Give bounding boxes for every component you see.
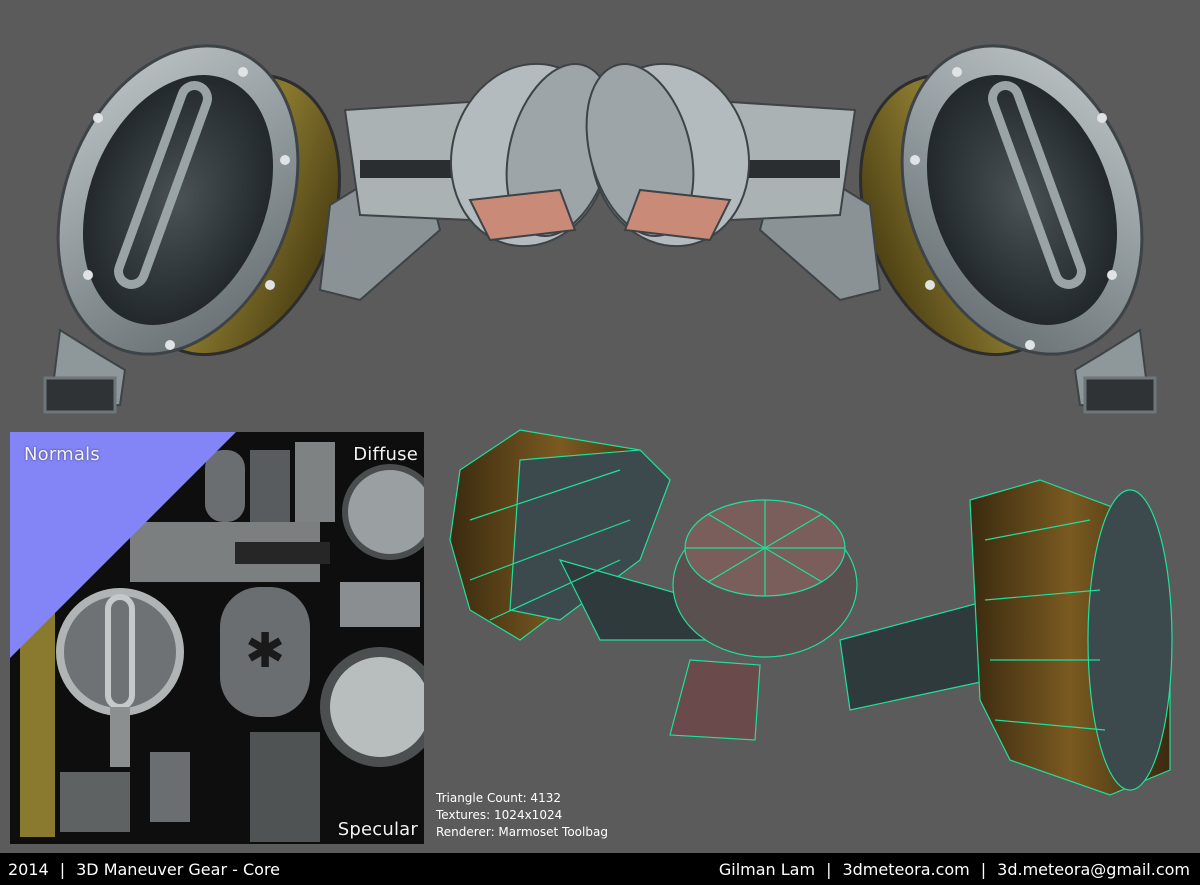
texture-size: Textures: 1024x1024 — [436, 808, 563, 822]
svg-text:✱: ✱ — [245, 623, 285, 679]
texture-atlas: ✱ — [10, 432, 424, 844]
triangle-count: Triangle Count: 4132 — [436, 791, 561, 805]
footer-year: 2014 — [8, 859, 49, 879]
footer-author: Gilman Lam — [718, 859, 816, 879]
diffuse-label: Diffuse — [353, 444, 418, 465]
footer-separator: | — [59, 859, 66, 879]
texture-sheet: ✱ Normals Diffuse Specular — [10, 432, 424, 844]
model-specs: Triangle Count: 4132 Textures: 1024x1024… — [436, 790, 608, 841]
footer-title: 3D Maneuver Gear - Core — [76, 859, 281, 879]
renderer-name: Renderer: Marmoset Toolbag — [436, 825, 608, 839]
render-wireframe — [449, 429, 1173, 796]
footer-separator: | — [826, 859, 832, 879]
specular-label: Specular — [337, 819, 418, 840]
footer-website-link[interactable]: 3dmeteora.com — [842, 860, 969, 879]
normals-label: Normals — [24, 444, 100, 465]
footer-right: Gilman Lam | 3dmeteora.com | 3d.meteora@… — [719, 860, 1190, 879]
footer-left: 2014 | 3D Maneuver Gear - Core — [8, 860, 280, 879]
render-stage: ✱ Normals Diffuse Specular Triangle Coun… — [0, 0, 1200, 853]
footer-email-link[interactable]: 3d.meteora@gmail.com — [997, 860, 1190, 879]
render-left — [43, 44, 615, 414]
render-right — [585, 44, 1157, 414]
footer-bar: 2014 | 3D Maneuver Gear - Core Gilman La… — [0, 853, 1200, 885]
footer-separator: | — [980, 859, 987, 879]
